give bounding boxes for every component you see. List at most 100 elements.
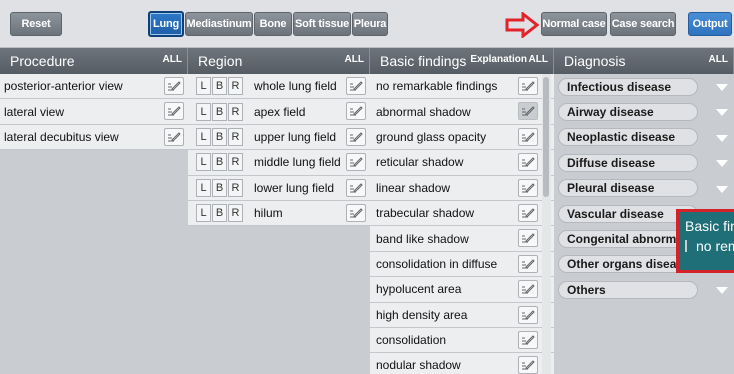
- left-toggle[interactable]: L: [196, 178, 211, 197]
- both-toggle[interactable]: B: [212, 204, 227, 223]
- basic-finding-item[interactable]: high density area: [370, 302, 554, 328]
- edit-icon[interactable]: [164, 127, 184, 146]
- basic-finding-item[interactable]: consolidation in diffuse: [370, 251, 554, 278]
- edit-icon[interactable]: [518, 102, 538, 121]
- both-toggle[interactable]: B: [212, 102, 227, 121]
- tab-soft-tissue[interactable]: Soft tissue: [293, 12, 351, 36]
- basic-finding-item[interactable]: abnormal shadow: [370, 99, 554, 125]
- edit-icon[interactable]: [518, 127, 538, 146]
- basic-finding-item[interactable]: nodular shadow: [370, 353, 554, 374]
- basic-finding-item[interactable]: trabecular shadow: [370, 200, 554, 227]
- diagnosis-item[interactable]: Neoplastic disease: [554, 125, 734, 150]
- basic-findings-all-button[interactable]: ALL: [529, 54, 548, 65]
- left-toggle[interactable]: L: [196, 153, 211, 172]
- explanation-button[interactable]: Explanation: [470, 54, 527, 65]
- chevron-down-icon[interactable]: [716, 185, 728, 193]
- basic-finding-item[interactable]: hypolucent area: [370, 277, 554, 303]
- scrollbar[interactable]: [542, 74, 551, 374]
- edit-icon[interactable]: [518, 356, 538, 374]
- basic-finding-label: consolidation: [376, 333, 447, 348]
- lbr-selector: LBR: [196, 178, 244, 197]
- basic-finding-item[interactable]: band like shadow: [370, 226, 554, 252]
- right-toggle[interactable]: R: [228, 77, 243, 96]
- diagnosis-item[interactable]: Others: [554, 277, 734, 302]
- edit-icon[interactable]: [518, 330, 538, 349]
- region-item[interactable]: LBR apex field: [188, 99, 370, 125]
- diagnosis-item[interactable]: Diffuse disease: [554, 150, 734, 175]
- diagnosis-pill[interactable]: Others: [558, 280, 698, 299]
- region-item[interactable]: LBR lower lung field: [188, 175, 370, 201]
- edit-icon[interactable]: [346, 127, 366, 146]
- chevron-down-icon[interactable]: [716, 287, 728, 295]
- chevron-down-icon[interactable]: [716, 109, 728, 117]
- both-toggle[interactable]: B: [212, 153, 227, 172]
- diagnosis-pill[interactable]: Pleural disease: [558, 179, 698, 198]
- basic-finding-item[interactable]: consolidation: [370, 327, 554, 354]
- right-toggle[interactable]: R: [228, 127, 243, 146]
- basic-finding-item[interactable]: no remarkable findings: [370, 74, 554, 100]
- procedure-item[interactable]: posterior-anterior view: [0, 74, 188, 100]
- chevron-down-icon[interactable]: [716, 84, 728, 91]
- edit-icon[interactable]: [518, 229, 538, 248]
- diagnosis-pill[interactable]: Airway disease: [558, 103, 698, 122]
- procedure-all-button[interactable]: ALL: [163, 54, 182, 65]
- region-item[interactable]: LBR whole lung field: [188, 74, 370, 100]
- basic-finding-item[interactable]: linear shadow: [370, 175, 554, 201]
- diagnosis-all-button[interactable]: ALL: [709, 54, 728, 65]
- right-toggle[interactable]: R: [228, 102, 243, 121]
- both-toggle[interactable]: B: [212, 127, 227, 146]
- reset-button[interactable]: Reset: [10, 12, 62, 36]
- diagnosis-item[interactable]: Infectious disease: [554, 74, 734, 99]
- edit-icon[interactable]: [164, 102, 184, 121]
- right-toggle[interactable]: R: [228, 153, 243, 172]
- chevron-down-icon[interactable]: [716, 160, 728, 168]
- both-toggle[interactable]: B: [212, 77, 227, 96]
- edit-icon[interactable]: [518, 77, 538, 95]
- diagnosis-item[interactable]: Pleural disease: [554, 176, 734, 201]
- tab-mediastinum[interactable]: Mediastinum: [185, 12, 253, 36]
- left-toggle[interactable]: L: [196, 127, 211, 146]
- normal-case-button[interactable]: Normal case: [541, 12, 607, 36]
- edit-icon[interactable]: [518, 280, 538, 299]
- diagnosis-pill[interactable]: Diffuse disease: [558, 153, 698, 172]
- region-item[interactable]: LBR middle lung field: [188, 150, 370, 176]
- output-button[interactable]: Output: [688, 12, 732, 36]
- region-all-button[interactable]: ALL: [345, 54, 364, 65]
- procedure-column: Procedure ALL posterior-anterior view la…: [0, 48, 188, 374]
- tab-lung[interactable]: Lung: [148, 11, 184, 37]
- edit-icon[interactable]: [518, 305, 538, 324]
- both-toggle[interactable]: B: [212, 178, 227, 197]
- left-toggle[interactable]: L: [196, 77, 211, 96]
- left-toggle[interactable]: L: [196, 102, 211, 121]
- left-toggle[interactable]: L: [196, 204, 211, 223]
- chevron-down-icon[interactable]: [716, 134, 728, 142]
- scrollbar-thumb[interactable]: [543, 77, 549, 197]
- popup-checkbox[interactable]: [685, 240, 687, 252]
- diagnosis-pill[interactable]: Neoplastic disease: [558, 128, 698, 147]
- edit-icon[interactable]: [346, 178, 366, 197]
- tab-bone[interactable]: Bone: [254, 12, 292, 36]
- edit-icon[interactable]: [346, 77, 366, 95]
- edit-icon[interactable]: [164, 77, 184, 95]
- procedure-item[interactable]: lateral decubitus view: [0, 124, 188, 151]
- edit-icon[interactable]: [518, 153, 538, 172]
- diagnosis-item[interactable]: Airway disease: [554, 99, 734, 124]
- procedure-item[interactable]: lateral view: [0, 99, 188, 125]
- diagnosis-pill[interactable]: Infectious disease: [558, 77, 698, 96]
- basic-finding-item[interactable]: reticular shadow: [370, 150, 554, 176]
- edit-icon[interactable]: [346, 153, 366, 172]
- region-item[interactable]: LBR hilum: [188, 200, 370, 227]
- edit-icon[interactable]: [346, 102, 366, 121]
- edit-icon[interactable]: [518, 203, 538, 222]
- case-search-button[interactable]: Case search: [610, 12, 676, 36]
- right-toggle[interactable]: R: [228, 178, 243, 197]
- edit-icon[interactable]: [518, 254, 538, 273]
- tab-pleura[interactable]: Pleura: [352, 12, 388, 36]
- right-toggle[interactable]: R: [228, 204, 243, 223]
- region-item[interactable]: LBR upper lung field: [188, 124, 370, 151]
- procedure-item-label: posterior-anterior view: [4, 79, 123, 94]
- popup-option[interactable]: no remarkable findings: [685, 238, 734, 254]
- edit-icon[interactable]: [518, 178, 538, 197]
- edit-icon[interactable]: [346, 203, 366, 222]
- basic-finding-item[interactable]: ground glass opacity: [370, 124, 554, 151]
